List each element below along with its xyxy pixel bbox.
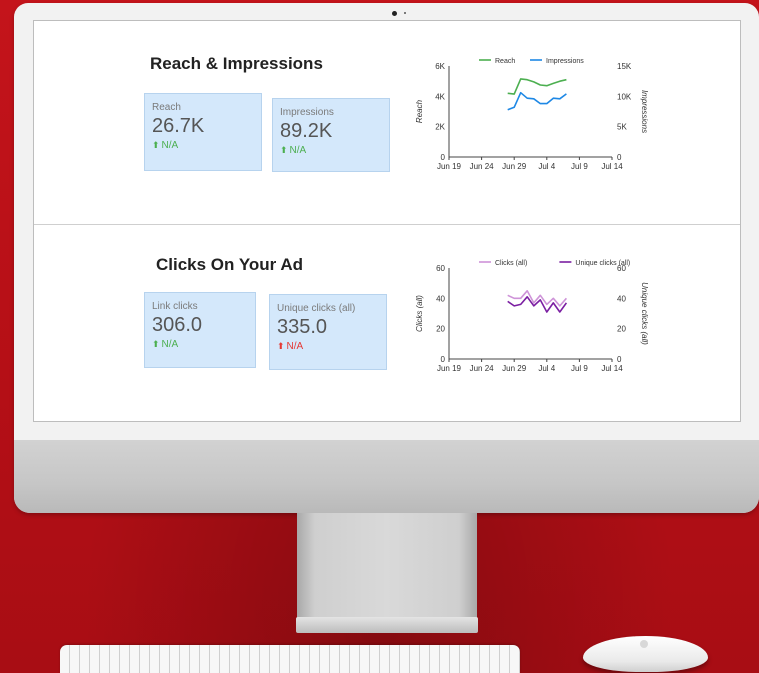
y2-tick-label: 40	[617, 294, 626, 303]
mouse	[583, 636, 708, 672]
camera-sensor	[404, 12, 406, 14]
x-tick-label: Jun 19	[437, 364, 462, 373]
legend-label: Unique clicks (all)	[575, 260, 630, 267]
series-line	[507, 78, 567, 95]
legend-label: Impressions	[546, 58, 584, 65]
link-clicks-card-value: 306.0	[152, 314, 203, 336]
y-axis-title: Clicks (all)	[415, 295, 424, 332]
x-tick-label: Jul 4	[538, 364, 555, 373]
x-tick-label: Jul 4	[538, 162, 555, 171]
x-tick-label: Jun 29	[502, 162, 527, 171]
impressions-card[interactable]: Impressions 89.2K ⬆ N/A	[272, 98, 390, 172]
link-clicks-card-change-text: N/A	[161, 339, 179, 350]
reach-card-value: 26.7K	[152, 115, 205, 137]
unique-clicks-card-label: Unique clicks (all)	[277, 303, 356, 314]
y-tick-label: 6K	[435, 62, 445, 71]
reach-card-change: ⬆ N/A	[152, 140, 178, 151]
y2-tick-label: 15K	[617, 62, 632, 71]
reach-card-label: Reach	[152, 102, 181, 113]
unique-clicks-card[interactable]: Unique clicks (all) 335.0 ⬆ N/A	[269, 294, 387, 370]
monitor-stand-base	[296, 617, 478, 633]
dashboard-screen: Reach & Impressions Reach 26.7K ⬆ N/A Imp…	[33, 20, 741, 422]
y2-tick-label: 5K	[617, 123, 627, 132]
y2-tick-label: 0	[617, 355, 622, 364]
x-tick-label: Jun 24	[470, 364, 495, 373]
reach-card-change-text: N/A	[161, 140, 179, 151]
series-line	[507, 91, 567, 111]
unique-clicks-card-value: 335.0	[277, 316, 328, 338]
arrow-up-icon: ⬆	[280, 145, 288, 155]
x-tick-label: Jul 9	[571, 162, 588, 171]
section-divider	[34, 224, 740, 225]
link-clicks-card-label: Link clicks	[152, 301, 198, 312]
arrow-down-icon: ⬆	[277, 341, 285, 351]
reach-section-title: Reach & Impressions	[150, 54, 323, 73]
keyboard	[60, 645, 520, 673]
y2-tick-label: 20	[617, 325, 626, 334]
y2-axis-title: Unique clicks (all)	[640, 282, 649, 345]
x-tick-label: Jul 14	[601, 162, 623, 171]
reach-card[interactable]: Reach 26.7K ⬆ N/A	[144, 93, 262, 171]
y-tick-label: 60	[436, 264, 445, 273]
camera	[392, 11, 397, 16]
impressions-card-change: ⬆ N/A	[280, 145, 306, 156]
impressions-card-label: Impressions	[280, 107, 334, 118]
impressions-card-value: 89.2K	[280, 120, 333, 142]
monitor-chin	[14, 440, 759, 513]
arrow-up-icon: ⬆	[152, 140, 160, 150]
impressions-card-change-text: N/A	[289, 145, 307, 156]
y-tick-label: 0	[441, 355, 446, 364]
link-clicks-card[interactable]: Link clicks 306.0 ⬆ N/A	[144, 292, 256, 368]
clicks-chart: 02040600204060Jun 19 Jun 24 Jun 29 Jul 4 Jul…	[415, 260, 649, 373]
legend-label: Clicks (all)	[495, 260, 527, 267]
monitor-stand	[297, 513, 477, 621]
x-tick-label: Jun 24	[470, 162, 495, 171]
link-clicks-card-change: ⬆ N/A	[152, 339, 178, 350]
unique-clicks-card-change: ⬆ N/A	[277, 341, 303, 352]
reach-impressions-chart: 0 2K 4K 6K 0 5K 10K 15K Jun 19 Jun 24 Jun 29 Jul 4 J…	[415, 58, 649, 171]
monitor: Reach & Impressions Reach 26.7K ⬆ N/A Imp…	[14, 3, 759, 513]
y-tick-label: 2K	[435, 123, 445, 132]
y-tick-label: 40	[436, 294, 445, 303]
x-tick-label: Jul 9	[571, 364, 588, 373]
x-tick-label: Jul 14	[601, 364, 623, 373]
arrow-up-icon: ⬆	[152, 339, 160, 349]
unique-clicks-card-change-text: N/A	[286, 341, 304, 352]
y2-axis-title: Impressions	[640, 90, 649, 133]
y-tick-label: 0	[441, 153, 446, 162]
y2-tick-label: 10K	[617, 92, 632, 101]
x-tick-label: Jun 19	[437, 162, 462, 171]
legend-label: Reach	[495, 58, 515, 65]
apple-logo-icon	[640, 640, 648, 648]
y-axis-title: Reach	[415, 99, 424, 123]
x-tick-label: Jun 29	[502, 364, 527, 373]
y-tick-label: 4K	[435, 92, 445, 101]
clicks-section-title: Clicks On Your Ad	[156, 255, 304, 274]
y2-tick-label: 0	[617, 153, 622, 162]
y-tick-label: 20	[436, 325, 445, 334]
